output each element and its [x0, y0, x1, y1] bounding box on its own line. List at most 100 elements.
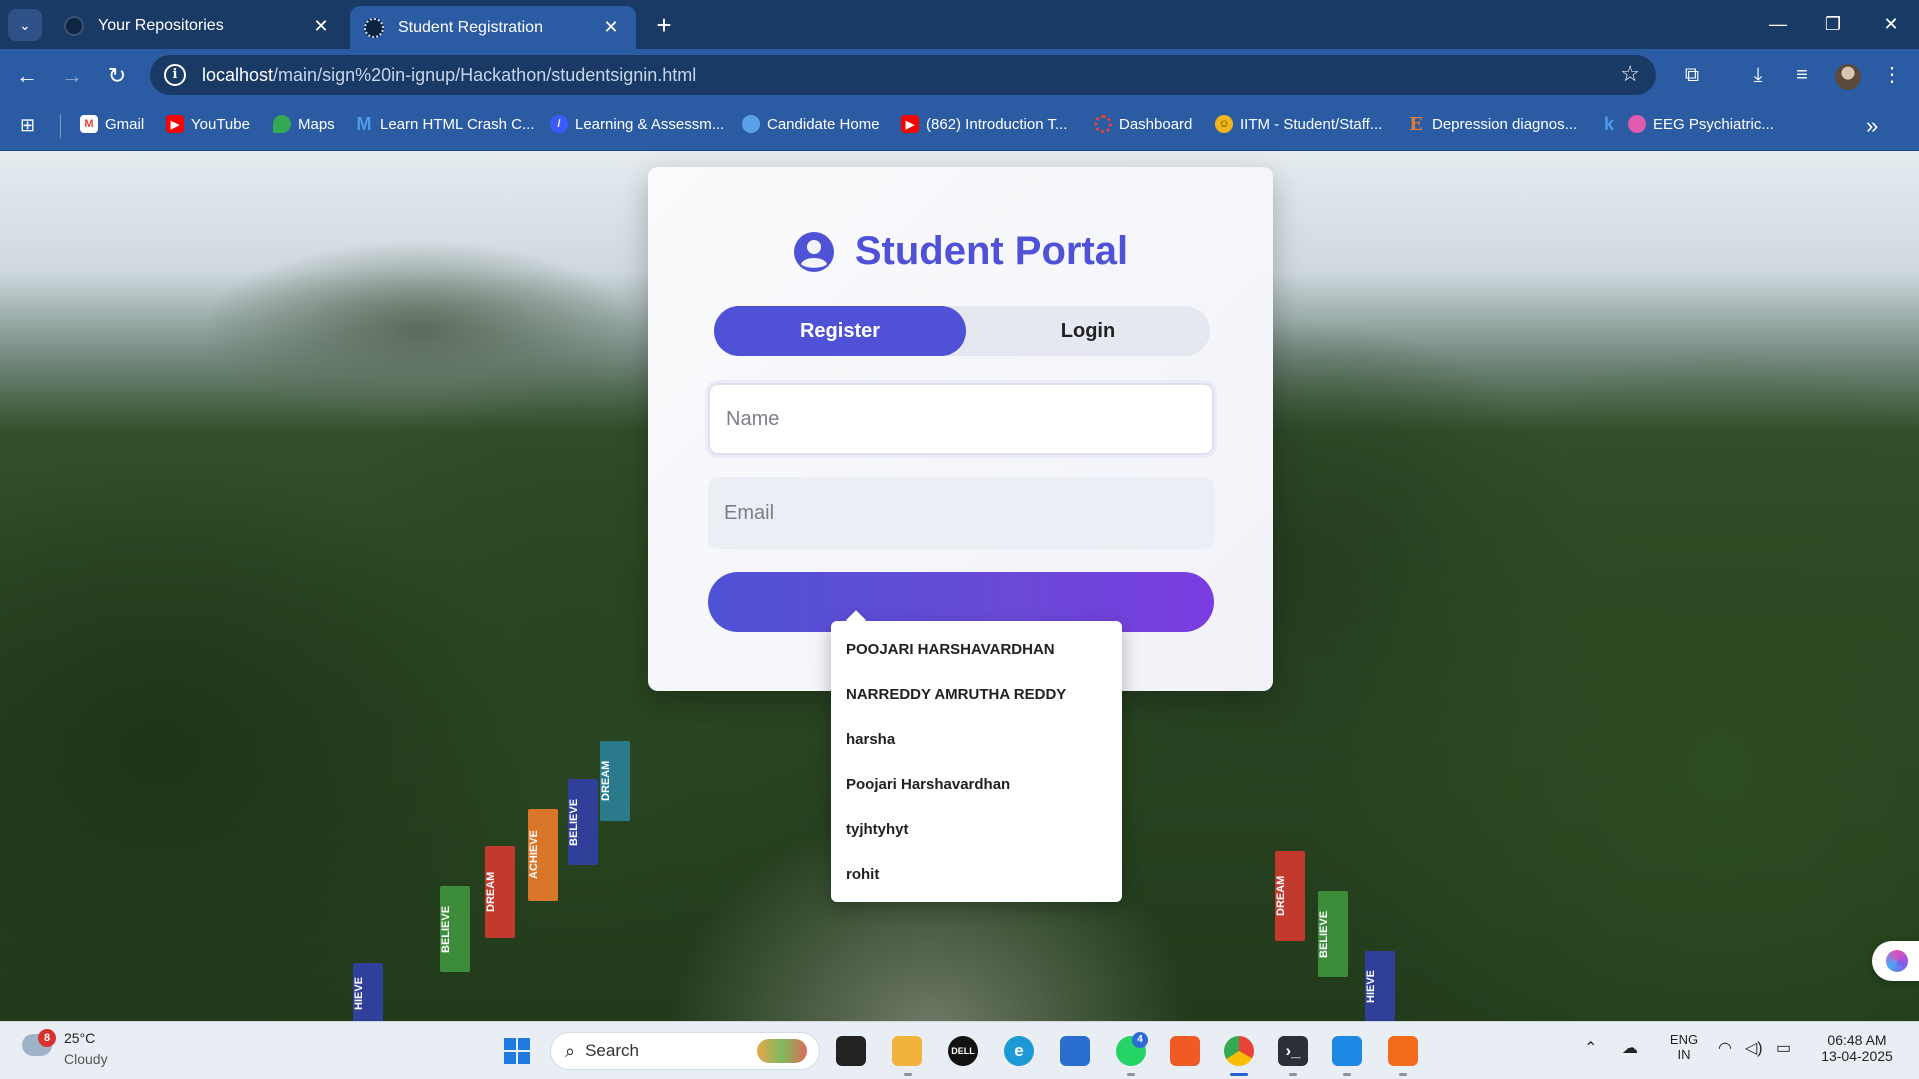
windows-start-icon[interactable] — [502, 1036, 532, 1066]
bookmark-introduction[interactable]: ▶ (862) Introduction T... — [901, 115, 1067, 133]
running-indicator — [1343, 1073, 1351, 1076]
task-view-icon[interactable] — [836, 1036, 866, 1066]
bookmark-label: Gmail — [105, 115, 145, 133]
bookmark-learning-assessment[interactable]: / Learning & Assessm... — [550, 115, 724, 133]
user-circle-icon — [793, 231, 834, 272]
tab-student-registration[interactable]: Student Registration ✕ — [350, 6, 636, 49]
wifi-icon[interactable]: ◠ — [1718, 1038, 1732, 1058]
clock[interactable]: 06:48 AM 13-04-2025 — [1812, 1032, 1902, 1064]
reload-icon[interactable]: ↻ — [102, 61, 132, 91]
show-hidden-icons-icon[interactable]: ⌃ — [1584, 1038, 1597, 1058]
bookmark-label: IITM - Student/Staff... — [1240, 115, 1383, 133]
tab-title: Your Repositories — [98, 17, 224, 34]
language-indicator[interactable]: ENG IN — [1666, 1032, 1702, 1062]
bookmark-learn-html[interactable]: M Learn HTML Crash C... — [355, 114, 535, 134]
window-close-button[interactable]: ✕ — [1871, 8, 1911, 40]
bookmark-depression[interactable]: E Depression diagnos... — [1407, 114, 1578, 135]
gmail-icon: M — [80, 115, 98, 133]
title-text: Student Portal — [854, 229, 1129, 273]
tab-your-repositories[interactable]: Your Repositories ✕ — [50, 7, 346, 45]
running-indicator — [1289, 1073, 1297, 1076]
register-tab[interactable]: Register — [714, 306, 966, 356]
bookmark-youtube[interactable]: ▶ YouTube — [166, 115, 250, 133]
restore-button[interactable]: ❐ — [1813, 8, 1853, 40]
chevron-double-right-icon[interactable]: » — [1866, 113, 1878, 139]
bookmark-label: Learning & Assessm... — [575, 115, 725, 133]
bookmark-maps[interactable]: Maps — [273, 115, 335, 133]
bookmark-dashboard[interactable]: Dashboard — [1094, 115, 1192, 133]
bookmark-label: (862) Introduction T... — [926, 115, 1068, 133]
close-icon[interactable]: ✕ — [310, 16, 332, 37]
menu-dots-icon[interactable]: ⋮ — [1876, 59, 1908, 91]
banner: DREAM — [600, 741, 630, 821]
chrome-icon[interactable] — [1224, 1036, 1254, 1066]
onedrive-icon[interactable]: ☁ — [1622, 1038, 1638, 1058]
apps-grid-icon[interactable]: ⊞ — [20, 115, 35, 136]
bookmark-label: Depression diagnos... — [1432, 115, 1578, 133]
close-icon[interactable]: ✕ — [600, 17, 622, 38]
youtube-icon: ▶ — [166, 115, 184, 133]
weather-temperature: 25°C — [64, 1030, 96, 1046]
suggestion-item[interactable]: tyjhtyhyt — [831, 807, 1122, 852]
bookmark-candidate-home[interactable]: Candidate Home — [742, 115, 880, 133]
notification-badge: 8 — [38, 1029, 56, 1047]
banner: DREAM — [485, 846, 515, 938]
battery-icon[interactable]: ▭ — [1776, 1038, 1791, 1058]
copilot-sidebar-button[interactable] — [1872, 941, 1919, 981]
xampp-icon[interactable] — [1388, 1036, 1418, 1066]
store-icon[interactable] — [1060, 1036, 1090, 1066]
emoji-icon: ☺ — [1215, 115, 1233, 133]
media-control-icon[interactable]: ≡ — [1786, 59, 1818, 91]
bookmark-gmail[interactable]: M Gmail — [80, 115, 144, 133]
suggestion-item[interactable]: rohit — [831, 852, 1122, 897]
student-portal-card: Student Portal Register Login Name Email — [648, 167, 1273, 691]
new-tab-button[interactable]: + — [650, 10, 678, 40]
taskbar-search[interactable]: ⌕ Search — [550, 1032, 820, 1070]
suggestion-item[interactable]: Poojari Harshavardhan — [831, 762, 1122, 807]
suggestion-item[interactable]: harsha — [831, 717, 1122, 762]
edge-icon[interactable]: e — [1004, 1036, 1034, 1066]
extensions-icon[interactable]: ⧉ — [1676, 59, 1708, 91]
bookmark-star-icon[interactable]: ☆ — [1620, 61, 1640, 87]
minimize-button[interactable]: — — [1758, 8, 1798, 40]
vscode-icon[interactable] — [1332, 1036, 1362, 1066]
download-icon[interactable]: ⤓ — [1742, 59, 1774, 91]
bookmark-label: Learn HTML Crash C... — [380, 115, 535, 133]
candidate-icon — [742, 115, 760, 133]
youtube-icon: ▶ — [901, 115, 919, 133]
bookmark-iitm[interactable]: ☺ IITM - Student/Staff... — [1215, 115, 1382, 133]
divider — [60, 114, 61, 138]
bookmark-eeg[interactable]: EEG Psychiatric... — [1628, 115, 1774, 133]
student-icon — [364, 17, 384, 38]
site-info-icon[interactable]: i — [164, 64, 186, 86]
tab-strip: ⌄ Your Repositories ✕ Student Registrati… — [0, 0, 1919, 49]
url-host: localhost — [202, 64, 274, 85]
login-tab[interactable]: Login — [966, 306, 1210, 356]
suggestion-item[interactable]: NARREDDY AMRUTHA REDDY — [831, 672, 1122, 717]
back-arrow-icon[interactable]: ← — [12, 61, 42, 91]
bookmark-label: Dashboard — [1119, 115, 1193, 133]
browser-toolbar: ← → ↻ i localhost /main/sign%20in-ignup/… — [0, 49, 1919, 101]
name-input[interactable]: Name — [708, 383, 1214, 455]
address-bar[interactable]: i localhost /main/sign%20in-ignup/Hackat… — [150, 55, 1656, 95]
k-icon: k — [1603, 113, 1614, 134]
auth-tabs: Register Login — [714, 306, 1210, 356]
banner: ACHIEVE — [528, 809, 558, 901]
file-explorer-icon[interactable] — [892, 1036, 922, 1066]
volume-icon[interactable]: ◁) — [1745, 1038, 1763, 1058]
dell-icon[interactable]: DELL — [948, 1036, 978, 1066]
search-icon: ⌕ — [565, 1040, 576, 1061]
profile-avatar[interactable] — [1835, 64, 1861, 90]
brave-icon[interactable] — [1170, 1036, 1200, 1066]
bookmarks-bar: ⊞ M Gmail ▶ YouTube Maps M Learn HTML Cr… — [0, 101, 1919, 151]
forward-arrow-icon[interactable]: → — [57, 61, 87, 91]
tab-search-button[interactable]: ⌄ — [8, 9, 42, 41]
suggestion-item[interactable]: POOJARI HARSHAVARDHAN — [831, 627, 1122, 672]
search-highlight-image — [757, 1039, 807, 1063]
terminal-icon[interactable]: ›_ — [1278, 1036, 1308, 1066]
banner: HIEVE — [353, 963, 383, 1021]
email-input[interactable]: Email — [708, 477, 1214, 549]
running-indicator — [1399, 1073, 1407, 1076]
bookmark-k[interactable]: k — [1600, 113, 1625, 134]
clock-time: 06:48 AM — [1827, 1032, 1887, 1048]
